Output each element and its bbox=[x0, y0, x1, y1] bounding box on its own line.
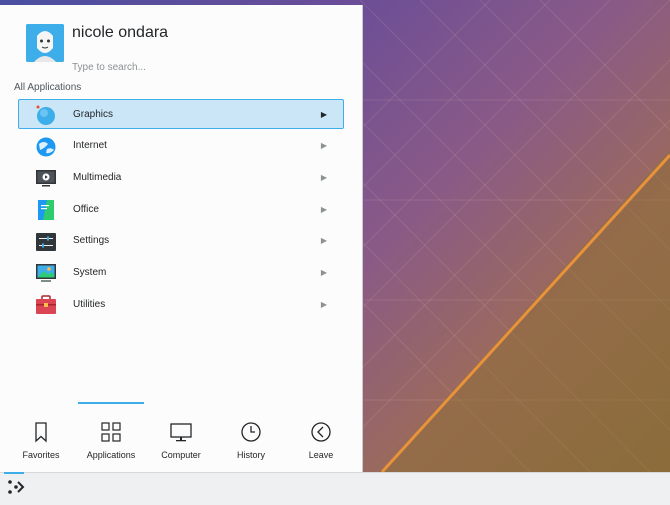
chevron-right-icon: ▶ bbox=[320, 236, 327, 246]
tab-label: History bbox=[236, 450, 265, 460]
category-label: System bbox=[73, 266, 107, 278]
office-icon bbox=[38, 200, 54, 221]
chevron-right-icon: ▶ bbox=[320, 204, 327, 214]
active-tab-indicator bbox=[78, 402, 144, 404]
chevron-right-icon: ▶ bbox=[320, 109, 327, 119]
chevron-right-icon: ▶ bbox=[320, 172, 327, 182]
tab-label: Computer bbox=[161, 450, 201, 460]
taskbar bbox=[0, 472, 670, 505]
category-label: Graphics bbox=[73, 108, 114, 120]
user-avatar[interactable] bbox=[26, 24, 64, 62]
category-label: Settings bbox=[73, 235, 110, 247]
tab-label: Applications bbox=[86, 450, 136, 460]
tab-favorites[interactable]: Favorites bbox=[6, 413, 76, 463]
tab-leave[interactable]: Leave bbox=[286, 413, 356, 463]
chevron-right-icon: ▶ bbox=[320, 267, 327, 277]
category-internet[interactable]: Internet ▶ bbox=[18, 131, 344, 161]
category-system[interactable]: System ▶ bbox=[18, 257, 344, 287]
tab-computer[interactable]: Computer bbox=[146, 413, 216, 463]
settings-icon bbox=[36, 232, 56, 251]
monitor-icon bbox=[170, 423, 192, 442]
utilities-icon bbox=[36, 295, 56, 315]
search-input[interactable] bbox=[72, 57, 332, 77]
clock-icon bbox=[241, 422, 261, 442]
back-arrow-icon bbox=[311, 422, 331, 442]
application-launcher-menu: nicole ondara All Applications Graphics … bbox=[0, 5, 363, 472]
internet-icon bbox=[36, 137, 56, 157]
chevron-right-icon: ▶ bbox=[320, 299, 327, 309]
category-multimedia[interactable]: Multimedia ▶ bbox=[18, 162, 344, 192]
category-label: Internet bbox=[73, 140, 107, 152]
application-launcher-button[interactable] bbox=[4, 474, 28, 500]
launcher-tab-bar: Favorites Applications Computer History … bbox=[0, 405, 362, 465]
category-settings[interactable]: Settings ▶ bbox=[18, 226, 344, 256]
category-utilities[interactable]: Utilities ▶ bbox=[18, 289, 344, 319]
graphics-icon bbox=[36, 105, 55, 125]
tab-applications[interactable]: Applications bbox=[76, 413, 146, 463]
category-graphics[interactable]: Graphics ▶ bbox=[18, 99, 344, 129]
bookmark-icon bbox=[35, 422, 47, 443]
system-icon bbox=[36, 264, 56, 283]
launcher-icon bbox=[8, 480, 25, 494]
category-label: Utilities bbox=[73, 298, 106, 310]
tab-label: Favorites bbox=[22, 450, 60, 460]
user-name: nicole ondara bbox=[72, 24, 169, 41]
tab-history[interactable]: History bbox=[216, 413, 286, 463]
category-label: Multimedia bbox=[73, 171, 122, 183]
section-title: All Applications bbox=[14, 82, 82, 93]
chevron-right-icon: ▶ bbox=[320, 141, 327, 151]
category-office[interactable]: Office ▶ bbox=[18, 194, 344, 224]
tab-label: Leave bbox=[308, 450, 334, 460]
multimedia-icon bbox=[36, 170, 56, 187]
grid-icon bbox=[101, 422, 121, 442]
category-label: Office bbox=[73, 203, 99, 215]
category-list: Graphics ▶ Internet ▶ Multimedia ▶ Offic… bbox=[18, 99, 344, 321]
